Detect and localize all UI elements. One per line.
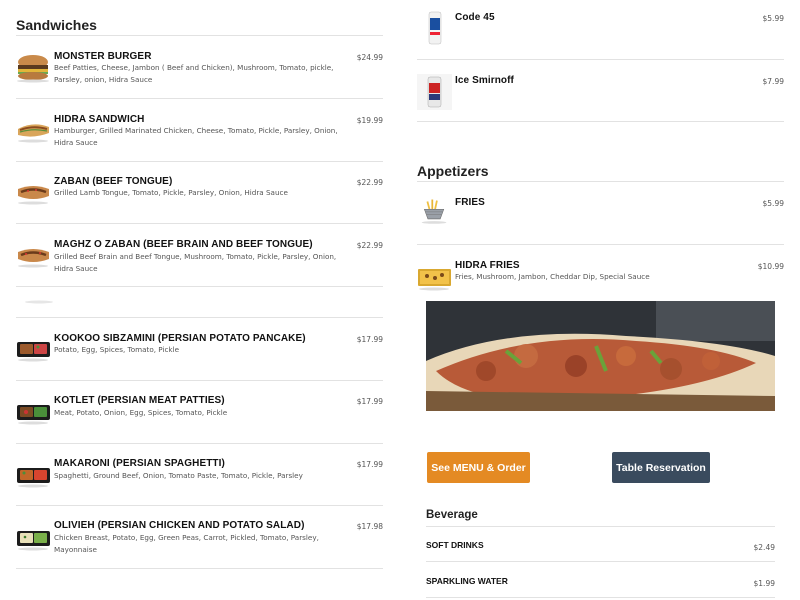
burger-image	[17, 55, 49, 83]
item-name: KOTLET (PERSIAN MEAT PATTIES)	[54, 395, 225, 406]
see-menu-order-button[interactable]: See MENU & Order	[427, 452, 530, 483]
menu-item-maghz-o-zaban[interactable]: MAGHZ O ZABAN (BEEF BRAIN AND BEEF TONGU…	[16, 224, 383, 287]
item-description: Hamburger, Grilled Marinated Chicken, Ch…	[54, 126, 338, 147]
item-price: $22.99	[356, 241, 383, 250]
item-name: FRIES	[455, 197, 485, 208]
item-price: $1.99	[753, 579, 775, 588]
item-name: OLIVIEH (PERSIAN CHICKEN AND POTATO SALA…	[54, 520, 305, 531]
item-name: HIDRA SANDWICH	[54, 114, 145, 125]
item-description: Beef Patties, Cheese, Jambon ( Beef and …	[54, 63, 334, 84]
fries-image	[421, 199, 447, 224]
item-name: KOOKOO SIBZAMINI (PERSIAN POTATO PANCAKE…	[54, 333, 306, 344]
image-placeholder	[25, 300, 53, 304]
table-reservation-button[interactable]: Table Reservation	[612, 452, 710, 483]
item-price: $10.99	[757, 262, 784, 271]
food-photo	[426, 301, 775, 411]
item-description: Grilled Beef Brain and Beef Tongue, Mush…	[54, 252, 337, 273]
beverage-item-sparkling-water[interactable]: SPARKLING WATER $1.99	[426, 562, 775, 598]
item-description: Chicken Breast, Potato, Egg, Green Peas,…	[54, 533, 319, 554]
item-price: $22.99	[356, 178, 383, 187]
menu-item-kookoo-sibzamini[interactable]: KOOKOO SIBZAMINI (PERSIAN POTATO PANCAKE…	[16, 318, 383, 381]
food-container-image	[17, 405, 50, 425]
beverage-section: Beverage SOFT DRINKS $2.49 SPARKLING WAT…	[426, 509, 775, 600]
sandwiches-title: Sandwiches	[16, 17, 97, 33]
item-price: $5.99	[762, 199, 784, 208]
item-name: HIDRA FRIES	[455, 260, 520, 271]
item-price: $5.99	[762, 14, 784, 23]
item-name: MAGHZ O ZABAN (BEEF BRAIN AND BEEF TONGU…	[54, 239, 313, 250]
item-price: $17.98	[356, 522, 383, 531]
food-container-image	[17, 342, 50, 362]
item-name: SPARKLING WATER	[426, 576, 508, 586]
item-price: $17.99	[356, 335, 383, 344]
food-container-image	[17, 531, 50, 551]
item-price: $19.99	[356, 116, 383, 125]
menu-item-kotlet[interactable]: KOTLET (PERSIAN MEAT PATTIES) Meat, Pota…	[16, 381, 383, 444]
item-name: MONSTER BURGER	[54, 51, 152, 62]
menu-item-olivieh[interactable]: OLIVIEH (PERSIAN CHICKEN AND POTATO SALA…	[16, 506, 383, 569]
item-name: Ice Smirnoff	[455, 75, 514, 86]
item-price: $24.99	[356, 53, 383, 62]
item-description: Meat, Potato, Onion, Egg, Spices, Tomato…	[54, 408, 228, 417]
item-name: MAKARONI (PERSIAN SPAGHETTI)	[54, 458, 225, 469]
food-container-image	[17, 468, 50, 488]
empty-row	[16, 287, 383, 318]
sandwich-image	[18, 249, 49, 268]
menu-item-hidra-fries[interactable]: HIDRA FRIES Fries, Mushroom, Jambon, Che…	[417, 245, 784, 300]
menu-item-code-45[interactable]: Code 45 $5.99	[417, 0, 784, 60]
fries-box-image	[418, 269, 451, 291]
appetizers-title: Appetizers	[417, 163, 489, 179]
item-description: Potato, Egg, Spices, Tomato, Pickle	[54, 345, 179, 354]
item-price: $17.99	[356, 397, 383, 406]
item-name: Code 45	[455, 12, 495, 23]
menu-item-zaban[interactable]: ZABAN (BEEF TONGUE) Grilled Lamb Tongue,…	[16, 161, 383, 224]
sandwich-image	[18, 186, 49, 205]
beverage-item-soft-drinks[interactable]: SOFT DRINKS $2.49	[426, 526, 775, 562]
menu-item-ice-smirnoff[interactable]: Ice Smirnoff $7.99	[417, 60, 784, 122]
item-price: $17.99	[356, 460, 383, 469]
item-price: $2.49	[753, 543, 775, 552]
sandwich-image	[18, 124, 49, 143]
item-name: ZABAN (BEEF TONGUE)	[54, 176, 173, 187]
item-description: Fries, Mushroom, Jambon, Cheddar Dip, Sp…	[455, 272, 650, 281]
menu-item-makaroni[interactable]: MAKARONI (PERSIAN SPAGHETTI) Spaghetti, …	[16, 443, 383, 506]
can-image	[417, 74, 452, 110]
menu-item-fries[interactable]: FRIES $5.99	[417, 182, 784, 245]
can-image	[428, 11, 442, 45]
item-name: SOFT DRINKS	[426, 540, 484, 550]
item-price: $7.99	[762, 77, 784, 86]
item-description: Spaghetti, Ground Beef, Onion, Tomato Pa…	[54, 471, 303, 480]
item-description: Grilled Lamb Tongue, Tomato, Pickle, Par…	[54, 188, 288, 197]
beverage-title: Beverage	[426, 509, 478, 521]
menu-item-monster-burger[interactable]: MONSTER BURGER Beef Patties, Cheese, Jam…	[16, 36, 383, 99]
menu-item-hidra-sandwich[interactable]: HIDRA SANDWICH Hamburger, Grilled Marina…	[16, 99, 383, 162]
